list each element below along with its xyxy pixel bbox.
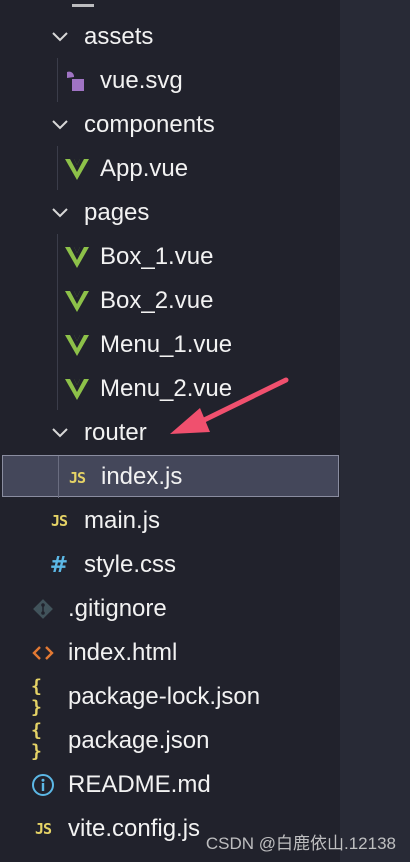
tree-item-box1-vue[interactable]: Box_1.vue (0, 235, 340, 279)
tree-item-label: Menu_1.vue (100, 331, 233, 358)
tree-item-style-css[interactable]: # style.css (0, 543, 340, 587)
vue-file-icon (65, 335, 89, 356)
tree-item-label: style.css (84, 551, 177, 578)
tree-item-label: README.md (68, 771, 211, 798)
tree-item-label: router (84, 419, 147, 446)
tree-item-app-vue[interactable]: App.vue (0, 147, 340, 191)
tree-item-label: assets (84, 23, 154, 50)
editor-area (340, 0, 410, 862)
json-file-icon: { } (31, 720, 42, 762)
tree-item-label: index.js (101, 463, 183, 490)
vue-file-icon (65, 379, 89, 400)
vue-file-icon (65, 159, 89, 180)
chevron-down-icon (52, 120, 68, 130)
red-arrow-icon (170, 377, 289, 434)
folder-icon (72, 0, 94, 7)
chevron-down-icon (52, 208, 68, 218)
tree-item-menu1-vue[interactable]: Menu_1.vue (0, 323, 340, 367)
tree-item-label: vue.svg (100, 67, 183, 94)
tree-item-label: Box_1.vue (100, 243, 214, 270)
tree-item-vue-svg[interactable]: vue.svg (0, 59, 340, 103)
js-file-icon: JS (34, 820, 52, 838)
chevron-down-icon (52, 428, 68, 438)
tree-item-assets[interactable]: assets (0, 15, 340, 59)
js-file-icon: JS (68, 469, 86, 487)
git-file-icon (33, 599, 53, 619)
tree-item-index-html[interactable]: index.html (0, 631, 340, 675)
tree-item-components[interactable]: components (0, 103, 340, 147)
tree-item-label: Box_2.vue (100, 287, 214, 314)
tree-item-readme-md[interactable]: README.md (0, 763, 340, 807)
tree-item-label: App.vue (100, 155, 189, 182)
tree-item-label: .gitignore (68, 595, 167, 622)
chevron-down-icon (52, 32, 68, 42)
tree-item-label: main.js (84, 507, 161, 534)
tree-item-pages[interactable]: pages (0, 191, 340, 235)
watermark: CSDN @白鹿依山.12138 (205, 834, 396, 853)
tree-item-label: package.json (68, 727, 210, 754)
svg-file-icon (67, 71, 84, 91)
indent-guide (58, 456, 59, 498)
tree-item-main-js[interactable]: JS main.js (0, 499, 340, 543)
tree-item-package-lock-json[interactable]: { } package-lock.json (0, 675, 340, 719)
tree-item-index-js[interactable]: JS index.js (2, 455, 339, 498)
css-file-icon: # (49, 552, 69, 578)
vue-file-icon (65, 291, 89, 312)
info-icon (32, 774, 54, 796)
html-file-icon (32, 646, 54, 660)
tree-item-label: index.html (68, 639, 178, 666)
json-file-icon: { } (31, 676, 42, 718)
tree-item-gitignore[interactable]: .gitignore (0, 587, 340, 631)
tree-item-box2-vue[interactable]: Box_2.vue (0, 279, 340, 323)
tree-item-package-json[interactable]: { } package.json (0, 719, 340, 763)
tree-item-label: package-lock.json (68, 683, 261, 710)
tree-item-label: components (84, 111, 215, 138)
vue-file-icon (65, 247, 89, 268)
tree-item-label: vite.config.js (68, 815, 201, 842)
js-file-icon: JS (50, 512, 68, 530)
tree-item-label: pages (84, 199, 150, 226)
